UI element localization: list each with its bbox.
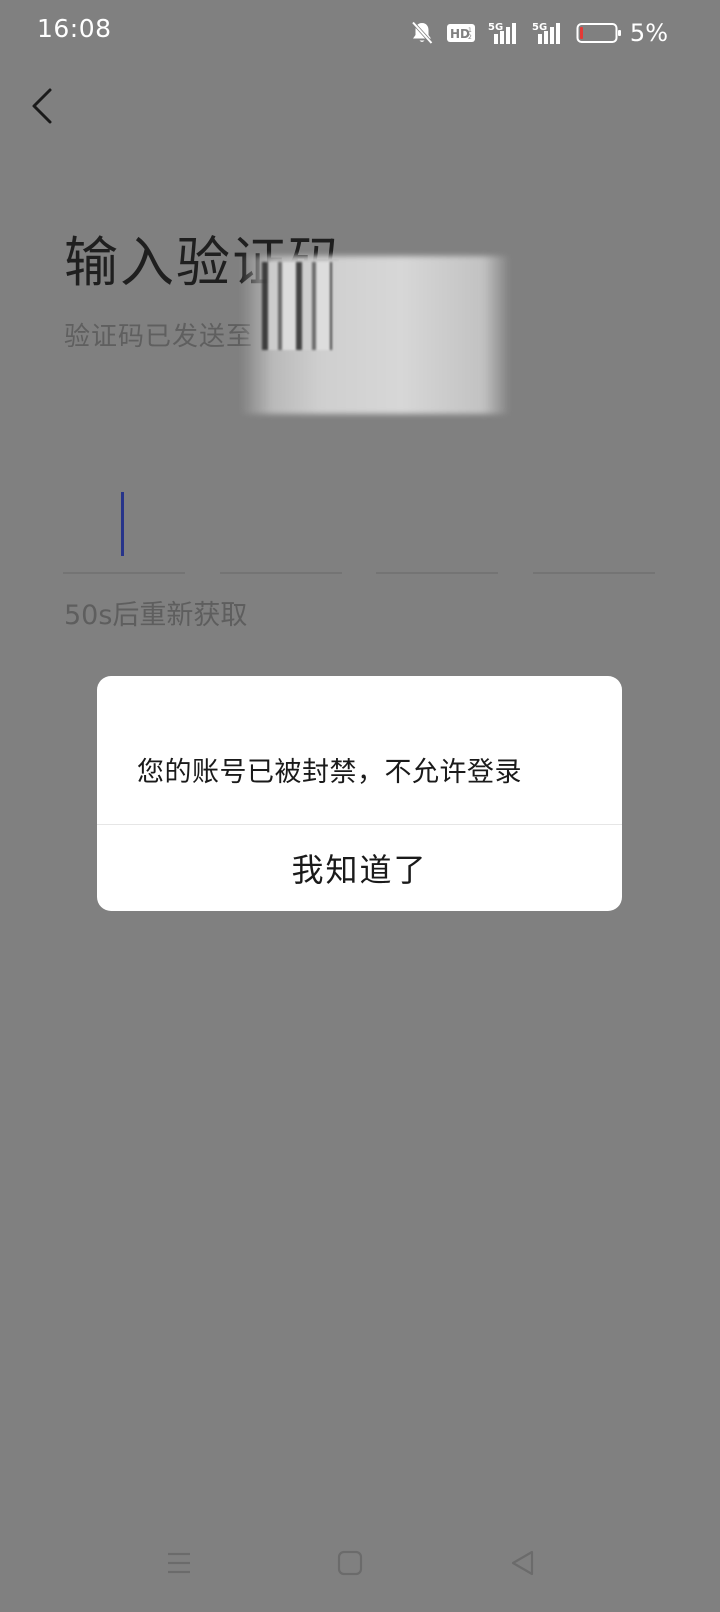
system-back-button[interactable] (498, 1538, 548, 1588)
svg-text:2: 2 (468, 34, 472, 41)
navigation-bar (0, 1530, 720, 1612)
code-input-4[interactable] (533, 470, 655, 574)
chevron-left-icon (32, 88, 52, 124)
code-input-1[interactable] (63, 470, 185, 574)
code-input-underline (376, 572, 498, 574)
battery-percent: 5% (629, 19, 668, 47)
5g-signal-icon: 5G (532, 20, 564, 46)
menu-icon (168, 1552, 190, 1574)
hd-voice-icon: HD 1 2 (446, 21, 476, 45)
resend-countdown: 50s后重新获取 (64, 600, 248, 631)
confirm-button[interactable]: 我知道了 (97, 825, 622, 911)
text-caret (121, 492, 124, 556)
svg-text:1: 1 (468, 27, 472, 34)
code-input-3[interactable] (376, 470, 498, 574)
mute-bell-icon (410, 20, 434, 46)
code-input-underline (220, 572, 342, 574)
redacted-phone-number-detail (262, 262, 332, 350)
code-input-underline (63, 572, 185, 574)
dialog-message: 您的账号已被封禁，不允许登录 (137, 757, 522, 788)
back-button[interactable] (22, 84, 66, 128)
5g-signal-icon: 5G (488, 20, 520, 46)
code-input-group (63, 470, 655, 574)
account-banned-dialog: 您的账号已被封禁，不允许登录 我知道了 (97, 676, 622, 911)
status-icons: HD 1 2 5G 5G 5% (410, 18, 668, 48)
status-time: 16:08 (37, 14, 112, 43)
home-button[interactable] (325, 1538, 375, 1588)
code-input-2[interactable] (220, 470, 342, 574)
home-icon (337, 1550, 363, 1576)
verification-screen: 16:08 HD 1 2 5G 5G 5% 输入验证码 验证码已发送至 50s后… (0, 0, 720, 1612)
code-input-underline (533, 572, 655, 574)
menu-button[interactable] (154, 1538, 204, 1588)
status-bar: 16:08 HD 1 2 5G 5G 5% (0, 0, 720, 66)
back-icon (511, 1550, 534, 1576)
battery-icon (576, 21, 622, 45)
page-subtitle: 验证码已发送至 (64, 322, 254, 352)
